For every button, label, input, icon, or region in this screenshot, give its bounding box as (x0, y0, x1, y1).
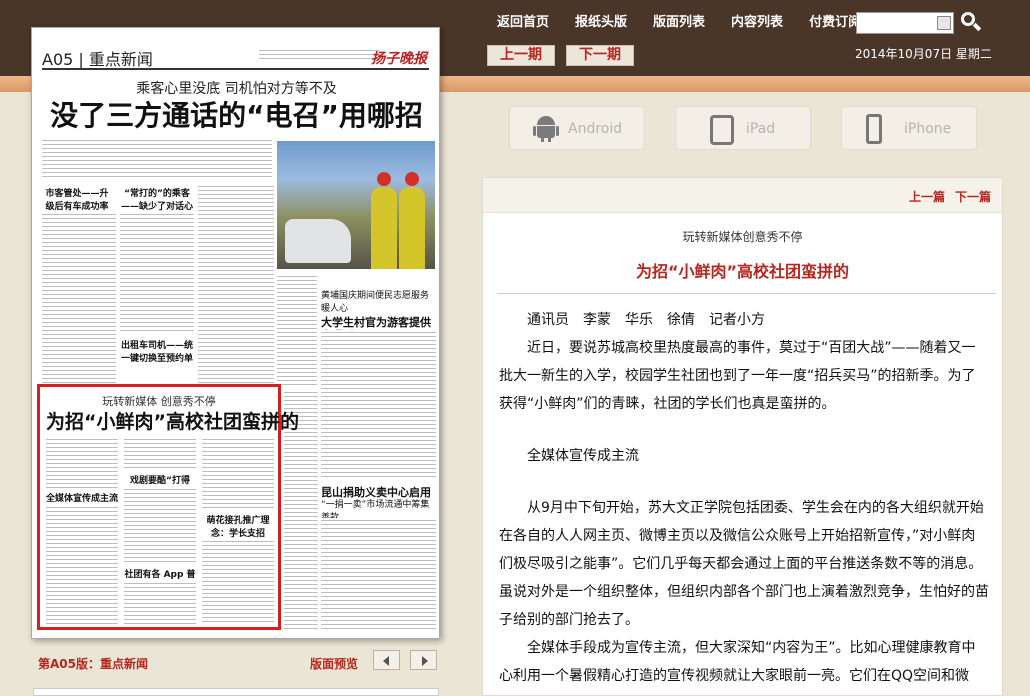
iphone-app-button[interactable]: iPhone (841, 106, 977, 150)
column-text (124, 581, 196, 625)
newspaper-logo: 扬子晚报 (371, 51, 427, 67)
page-preview-label: 版面预览 (310, 657, 359, 671)
arrow-right-icon (422, 656, 428, 666)
article-paragraph: 全媒体手段成为宣传主流，但大家深知“内容为王”。比如心理健康教育中心利用一个暑假… (499, 640, 976, 684)
highlight-title: 为招“小鲜肉”高校社团蛮拼的 (46, 411, 299, 433)
header-rule (42, 68, 429, 70)
worker-figure (371, 172, 397, 269)
prev-page-button[interactable] (373, 650, 400, 670)
current-page-label: 第A05版：重点新闻 (38, 657, 148, 671)
article-body: 通讯员 李蒙 华乐 徐倩 记者小方 近日，要说苏城高校里热度最高的事件，莫过于“… (499, 306, 989, 690)
search-icon[interactable] (961, 12, 982, 32)
prev-article-link[interactable]: 上一篇 (909, 188, 945, 205)
article-panel: 上一篇 下一篇 玩转新媒体创意秀不停 为招“小鲜肉”高校社团蛮拼的 通讯员 李蒙… (482, 177, 1003, 696)
next-article-link[interactable]: 下一篇 (955, 188, 991, 205)
article-paragraph: 近日，要说苏城高校里热度最高的事件，莫过于“百团大战”——随着又一批大一新生的入… (499, 340, 976, 412)
car-shape (285, 219, 351, 263)
preview-headline: 没了三方通话的“电召”用哪招 (50, 99, 423, 132)
column-text (321, 518, 436, 632)
worker-figure (399, 172, 425, 269)
column-text (46, 505, 118, 625)
column-text (124, 487, 196, 563)
main-nav: 返回首页 报纸头版 版面列表 内容列表 付费订阅 (497, 14, 887, 32)
prev-issue-button[interactable]: 上一期 (487, 45, 555, 66)
android-app-button[interactable]: Android (509, 106, 645, 150)
nav-subscribe[interactable]: 付费订阅 (809, 14, 861, 32)
column-text (202, 539, 274, 625)
next-issue-button[interactable]: 下一期 (566, 45, 634, 66)
preview-subhead: 出租车司机——统一键切换至预约单 (120, 341, 193, 364)
nav-page-list[interactable]: 版面列表 (653, 14, 705, 32)
next-page-button[interactable] (410, 650, 437, 670)
lead-text (42, 138, 272, 178)
column-text (277, 274, 317, 386)
iphone-label: iPhone (904, 121, 952, 137)
column-text (124, 437, 196, 471)
search-dropdown-button[interactable] (937, 16, 951, 30)
tablet-icon (710, 115, 734, 145)
news-photo (277, 141, 435, 269)
highlighted-article-region[interactable]: 玩转新媒体 创意秀不停 为招“小鲜肉”高校社团蛮拼的 全媒体宣传成主流 戏剧要酷… (37, 384, 299, 630)
list-panel-edge (33, 688, 439, 696)
preview-subhead: 萌花接孔推广理念：学长支招 (206, 516, 270, 539)
arrow-left-icon (383, 656, 389, 666)
column-text (202, 437, 274, 511)
ipad-label: iPad (746, 121, 776, 137)
page-meta (259, 48, 379, 62)
article-nav: 上一篇 下一篇 (483, 178, 1002, 213)
nav-home[interactable]: 返回首页 (497, 14, 549, 32)
nav-front-page[interactable]: 报纸头版 (575, 14, 627, 32)
column-text (46, 437, 118, 489)
page-section-header: A05 | 重点新闻 (42, 50, 153, 69)
phone-icon (866, 114, 882, 144)
search-input[interactable] (856, 12, 954, 34)
column-text (120, 212, 194, 334)
android-label: Android (568, 121, 623, 137)
column-text (321, 330, 436, 480)
title-rule (497, 293, 996, 294)
ipad-app-button[interactable]: iPad (675, 106, 811, 150)
newspaper-page-preview[interactable]: A05 | 重点新闻 扬子晚报 乘客心里没底 司机怕对方等不及 没了三方通话的“… (31, 27, 440, 639)
column-text (42, 212, 116, 388)
article-paragraph: 从9月中下旬开始，苏大文正学院包括团委、学生会在内的各大组织就开始在各自的人人网… (499, 500, 989, 628)
article-byline: 通讯员 李蒙 华乐 徐倩 记者小方 (527, 312, 765, 328)
preview-subhead: 全媒体宣传成主流 (46, 494, 119, 504)
android-icon (533, 116, 559, 142)
nav-content-list[interactable]: 内容列表 (731, 14, 783, 32)
issue-date: 2014年10月07日 星期二 (855, 47, 992, 61)
article-kicker: 玩转新媒体创意秀不停 (682, 230, 803, 244)
column-text (198, 184, 274, 388)
article-title: 为招“小鲜肉”高校社团蛮拼的 (635, 262, 850, 281)
article-section-head: 全媒体宣传成主流 (527, 448, 639, 464)
